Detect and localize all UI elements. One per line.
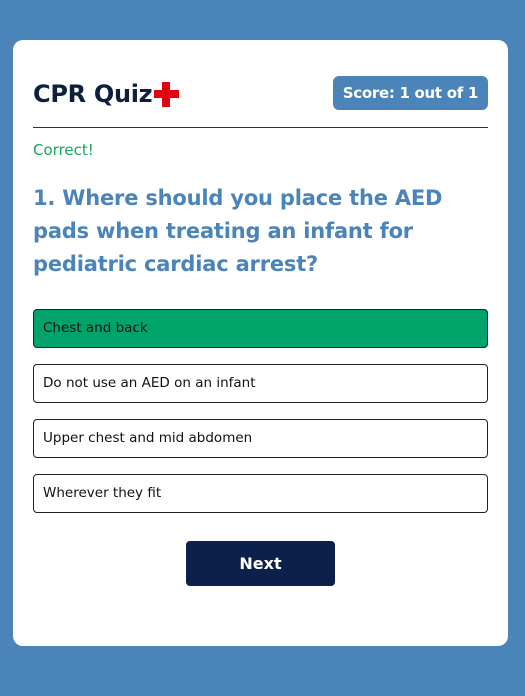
answer-option-2[interactable]: Do not use an AED on an infant: [33, 364, 488, 403]
question-text: 1. Where should you place the AED pads w…: [33, 186, 443, 276]
app-title: CPR Quiz: [33, 80, 180, 108]
quiz-card: CPR Quiz Score: 1 out of 1 Correct! 1. W…: [13, 40, 508, 646]
red-cross-icon: [154, 81, 180, 107]
next-button[interactable]: Next: [186, 541, 335, 586]
answer-option-3[interactable]: Upper chest and mid abdomen: [33, 419, 488, 458]
answer-option-4[interactable]: Wherever they fit: [33, 474, 488, 513]
app-title-text: CPR Quiz: [33, 80, 153, 108]
quiz-header: CPR Quiz Score: 1 out of 1: [33, 76, 488, 128]
answer-list: Chest and back Do not use an AED on an i…: [33, 309, 488, 529]
header-divider: [33, 127, 488, 128]
score-badge: Score: 1 out of 1: [332, 76, 488, 110]
feedback-text: Correct!: [33, 141, 94, 159]
answer-option-1[interactable]: Chest and back: [33, 309, 488, 348]
